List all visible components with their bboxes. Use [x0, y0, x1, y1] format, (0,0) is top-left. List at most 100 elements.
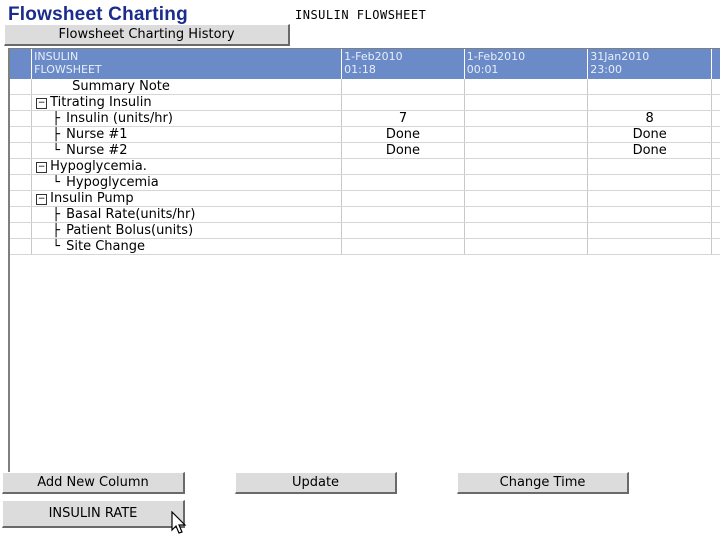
tree-branch-connector-icon: ├: [52, 111, 60, 126]
column-header-1[interactable]: 1-Feb2010 01:18: [341, 49, 465, 79]
value-cell[interactable]: Done: [341, 142, 465, 159]
row-selector: [10, 94, 33, 111]
row-label: Hypoglycemia: [66, 175, 159, 190]
column-time: 01:18: [344, 63, 376, 76]
collapse-icon[interactable]: −: [36, 162, 48, 173]
collapse-icon[interactable]: −: [36, 98, 48, 109]
row-label: Insulin Pump: [50, 191, 134, 206]
row-label: Basal Rate(units/hr): [66, 207, 196, 222]
flowsheet-history-button[interactable]: Flowsheet Charting History: [4, 24, 290, 46]
value-cell[interactable]: [587, 222, 713, 239]
collapse-icon[interactable]: −: [36, 194, 48, 205]
table-row[interactable]: − Titrating Insulin: [10, 94, 720, 111]
extra-cell: [711, 158, 720, 175]
value-cell[interactable]: [341, 238, 465, 255]
value-cell[interactable]: [341, 190, 465, 207]
tree-branch-connector-icon: ├: [52, 127, 60, 142]
value-cell[interactable]: Done: [587, 126, 713, 143]
column-date: 1-Feb2010: [466, 50, 526, 63]
row-selector: [10, 222, 33, 239]
row-label: Nurse #1: [66, 127, 128, 142]
value-cell[interactable]: [341, 174, 465, 191]
add-new-column-button[interactable]: Add New Column: [2, 472, 185, 494]
update-button[interactable]: Update: [235, 472, 397, 494]
row-label-cell: Summary Note: [31, 79, 343, 95]
value-cell[interactable]: [464, 142, 589, 159]
corner-header: INSULIN FLOWSHEET: [31, 49, 343, 79]
flowsheet-grid: INSULIN FLOWSHEET 1-Feb2010 01:18 1-Feb2…: [8, 48, 720, 472]
value-cell[interactable]: [464, 222, 589, 239]
value-cell[interactable]: [587, 190, 713, 207]
value-cell[interactable]: [587, 158, 713, 175]
extra-cell: [711, 94, 720, 111]
corner-label-line1: INSULIN: [34, 50, 79, 63]
value-cell[interactable]: [341, 222, 465, 239]
value-cell[interactable]: [464, 174, 589, 191]
value-cell[interactable]: [587, 238, 713, 255]
row-label-cell: − Hypoglycemia.: [31, 158, 343, 175]
flowsheet-table: INSULIN FLOWSHEET 1-Feb2010 01:18 1-Feb2…: [10, 49, 720, 255]
value-cell[interactable]: [464, 94, 589, 111]
table-row[interactable]: └ Nurse #2 Done Done: [10, 142, 720, 159]
value-cell[interactable]: [464, 206, 589, 223]
value-cell[interactable]: [464, 110, 589, 127]
value-cell[interactable]: [587, 206, 713, 223]
row-selector: [10, 142, 33, 159]
table-row[interactable]: └ Hypoglycemia: [10, 174, 720, 191]
value-cell[interactable]: [464, 190, 589, 207]
column-header-3[interactable]: 31Jan2010 23:00: [587, 49, 713, 79]
table-row[interactable]: − Hypoglycemia.: [10, 158, 720, 175]
mouse-pointer-icon: [171, 511, 187, 534]
column-header-2[interactable]: 1-Feb2010 00:01: [464, 49, 589, 79]
extra-cell: [711, 110, 720, 127]
value-cell[interactable]: [341, 79, 465, 95]
corner-label-line2: FLOWSHEET: [34, 63, 102, 76]
row-label-cell: └ Site Change: [31, 238, 343, 255]
column-time: 00:01: [466, 63, 499, 76]
row-label-cell: └ Hypoglycemia: [31, 174, 343, 191]
value-cell[interactable]: [464, 79, 589, 95]
column-date: 31Jan2010: [590, 50, 650, 63]
table-row[interactable]: Summary Note: [10, 79, 720, 95]
row-label: Summary Note: [72, 79, 170, 94]
row-selector: [10, 158, 33, 175]
table-row[interactable]: └ Site Change: [10, 238, 720, 255]
row-label: Insulin (units/hr): [66, 111, 173, 126]
tree-branch-connector-icon: ├: [52, 223, 60, 238]
column-header-extra: [711, 49, 720, 79]
value-cell[interactable]: [464, 238, 589, 255]
row-selector: [10, 79, 33, 95]
extra-cell: [711, 142, 720, 159]
row-label-cell: ├ Insulin (units/hr): [31, 110, 343, 127]
value-cell[interactable]: [341, 206, 465, 223]
row-selector: [10, 238, 33, 255]
row-label: Patient Bolus(units): [66, 223, 194, 238]
row-label: Site Change: [66, 239, 146, 254]
change-time-button[interactable]: Change Time: [457, 472, 629, 494]
value-cell[interactable]: [464, 126, 589, 143]
row-selector: [10, 190, 33, 207]
tree-branch-connector-icon: ├: [52, 207, 60, 222]
insulin-rate-button[interactable]: INSULIN RATE: [2, 500, 185, 528]
value-cell[interactable]: Done: [341, 126, 465, 143]
row-label-cell: − Titrating Insulin: [31, 94, 343, 111]
row-label-cell: ├ Nurse #1: [31, 126, 343, 143]
extra-cell: [711, 190, 720, 207]
value-cell[interactable]: [341, 94, 465, 111]
extra-cell: [711, 174, 720, 191]
table-row[interactable]: ├ Insulin (units/hr) 7 8: [10, 110, 720, 127]
header-row: INSULIN FLOWSHEET 1-Feb2010 01:18 1-Feb2…: [10, 49, 720, 79]
table-row[interactable]: ├ Basal Rate(units/hr): [10, 206, 720, 223]
tree-end-connector-icon: └: [52, 239, 60, 254]
value-cell[interactable]: Done: [587, 142, 713, 159]
value-cell[interactable]: [341, 158, 465, 175]
value-cell[interactable]: 7: [341, 110, 465, 127]
table-row[interactable]: ├ Nurse #1 Done Done: [10, 126, 720, 143]
table-row[interactable]: ├ Patient Bolus(units): [10, 222, 720, 239]
value-cell[interactable]: 8: [587, 110, 713, 127]
value-cell[interactable]: [587, 79, 713, 95]
value-cell[interactable]: [464, 158, 589, 175]
value-cell[interactable]: [587, 94, 713, 111]
value-cell[interactable]: [587, 174, 713, 191]
table-row[interactable]: − Insulin Pump: [10, 190, 720, 207]
